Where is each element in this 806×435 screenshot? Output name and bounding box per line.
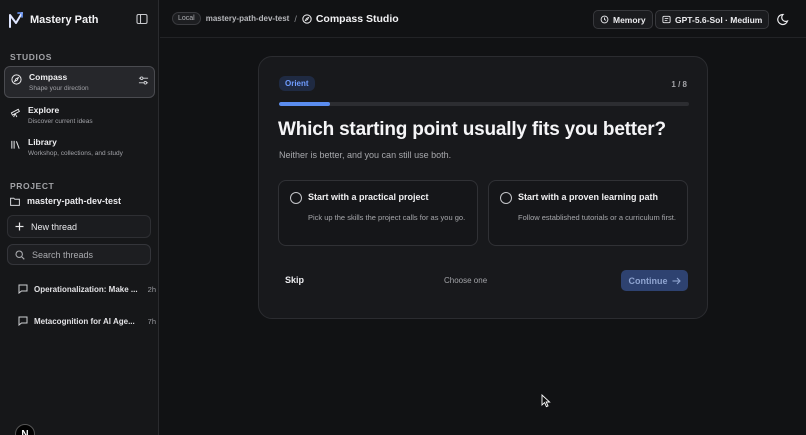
plus-icon [15,222,24,231]
option-description: Follow established tutorials or a curric… [518,213,676,222]
model-selector[interactable]: GPT-5.6-Sol · Medium [655,10,770,29]
project-selector[interactable]: mastery-path-dev-test [10,196,121,206]
studios-label: STUDIOS [10,52,52,62]
chat-icon [18,284,28,294]
top-bar: Local mastery-path-dev-test / Compass St… [160,0,806,38]
page-title: Compass Studio [315,12,399,25]
option-learning-path[interactable]: Start with a proven learning path Follow… [488,180,688,246]
question-subtitle: Neither is better, and you can still use… [279,150,452,160]
model-label: GPT-5.6-Sol · Medium [675,14,763,25]
radio-button[interactable] [500,192,512,204]
search-box[interactable] [7,244,151,265]
studio-subtitle: Discover current ideas [28,118,93,125]
studio-title: Library [28,137,57,147]
project-label: PROJECT [10,181,55,191]
brand-name: Mastery Path [30,14,99,26]
compass-icon [302,13,312,24]
brand[interactable]: Mastery Path [8,10,98,30]
continue-label: Continue [628,275,668,286]
choose-hint: Choose one [444,276,488,285]
telescope-icon [10,108,20,118]
search-icon [15,249,25,260]
breadcrumb-project[interactable]: mastery-path-dev-test [206,14,290,23]
option-practical-project[interactable]: Start with a practical project Pick up t… [278,180,478,246]
project-name: mastery-path-dev-test [27,196,122,206]
memory-button[interactable]: Memory [593,10,653,29]
logo-icon [9,12,23,28]
memory-label: Memory [613,14,646,25]
thread-item[interactable]: Operationalization: Make ... 2h [18,281,158,297]
search-input[interactable] [32,249,142,260]
moon-icon[interactable] [777,12,791,26]
user-avatar[interactable]: N [15,424,35,435]
studio-title: Explore [28,105,60,115]
option-description: Pick up the skills the project calls for… [308,213,466,222]
progress-bar [279,102,689,106]
sidebar-toggle-icon[interactable] [136,13,148,25]
settings-sliders-icon[interactable] [138,75,149,86]
studio-explore[interactable]: Explore Discover current ideas [4,100,155,132]
new-thread-label: New thread [31,221,78,232]
thread-title: Operationalization: Make ... [34,284,138,294]
environment-badge: Local [172,12,201,25]
compass-icon [11,74,22,85]
question-card: Orient 1 / 8 Which starting point usuall… [258,56,708,319]
breadcrumb: Local mastery-path-dev-test / Compass St… [172,12,399,25]
skip-button[interactable]: Skip [285,275,304,285]
chat-icon [18,316,28,326]
thread-time: 2h [147,284,156,294]
breadcrumb-separator: / [294,13,297,24]
breadcrumb-current: Compass Studio [302,13,399,25]
progress-fill [279,102,331,106]
option-title: Start with a practical project [308,192,429,202]
history-icon [600,15,609,24]
library-icon [11,140,20,149]
step-counter: 1 / 8 [671,80,687,89]
radio-button[interactable] [290,192,302,204]
studio-library[interactable]: Library Workshop, collections, and study [4,132,155,164]
arrow-right-icon [672,277,681,284]
thread-title: Metacognition for AI Age... [34,316,135,326]
thread-time: 7h [147,316,156,326]
continue-button[interactable]: Continue [621,270,688,291]
studio-subtitle: Workshop, collections, and study [28,150,123,157]
studio-title: Compass [29,72,68,82]
model-icon [662,15,671,24]
option-title: Start with a proven learning path [518,192,659,202]
question-title: Which starting point usually fits you be… [278,119,666,140]
mouse-pointer-icon [541,394,551,408]
thread-item[interactable]: Metacognition for AI Age... 7h [18,313,158,329]
studio-compass[interactable]: Compass Shape your direction [4,66,155,98]
step-badge: Orient [279,76,315,91]
sidebar: Mastery Path STUDIOS Compass Shape your … [0,0,159,435]
studio-subtitle: Shape your direction [29,85,89,92]
new-thread-button[interactable]: New thread [7,215,151,238]
folder-icon [10,197,20,206]
